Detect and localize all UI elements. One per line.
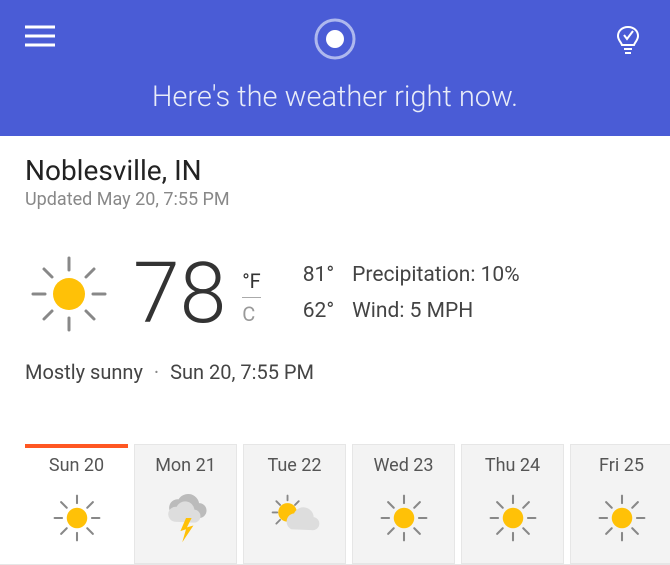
separator-dot: ·	[154, 360, 159, 384]
condition-text: Mostly sunny	[25, 360, 143, 384]
sun-icon	[462, 490, 563, 551]
forecast-day-label: Thu 24	[462, 455, 563, 476]
forecast-day-label: Wed 23	[353, 455, 454, 476]
header-message: Here's the weather right now.	[0, 80, 670, 114]
sun-icon	[25, 250, 113, 338]
forecast-day-label: Fri 25	[571, 455, 670, 476]
forecast-day-label: Sun 20	[25, 455, 128, 476]
precipitation-label: Precipitation: 10%	[352, 258, 519, 294]
unit-fahrenheit[interactable]: °F	[242, 269, 261, 298]
forecast-day-label: Mon 21	[135, 455, 236, 476]
forecast-day-card[interactable]: Sun 20	[25, 444, 128, 564]
forecast-day-card[interactable]: Tue 22	[243, 444, 346, 564]
current-weather-icon	[25, 250, 113, 338]
condition-summary: Mostly sunny · Sun 20, 7:55 PM	[25, 360, 645, 384]
forecast-strip: Sun 20 Mon 21 Tue 22 Wed 23	[25, 444, 670, 564]
updated-time: Updated May 20, 7:55 PM	[25, 189, 645, 210]
unit-celsius[interactable]: C	[242, 298, 261, 326]
unit-toggle: °F C	[242, 269, 261, 326]
lightbulb-check-icon	[614, 25, 642, 55]
forecast-day-label: Tue 22	[244, 455, 345, 476]
cortana-logo[interactable]	[314, 18, 356, 64]
forecast-day-card[interactable]: Fri 25	[570, 444, 670, 564]
forecast-day-card[interactable]: Mon 21	[134, 444, 237, 564]
tips-button[interactable]	[614, 25, 642, 59]
forecast-day-card[interactable]: Wed 23	[352, 444, 455, 564]
wind-label: Wind: 5 MPH	[352, 294, 473, 330]
app-header: Here's the weather right now.	[0, 0, 670, 136]
menu-button[interactable]	[25, 25, 55, 51]
partly-cloudy-icon	[244, 490, 345, 551]
current-temperature: 78	[133, 252, 226, 336]
current-conditions: 78 °F C 81° Precipitation: 10% 62° Wind:…	[25, 250, 645, 338]
thunderstorm-icon	[135, 490, 236, 551]
menu-icon	[25, 25, 55, 47]
location-name: Noblesville, IN	[25, 154, 645, 187]
weather-card: Noblesville, IN Updated May 20, 7:55 PM …	[0, 136, 670, 565]
high-temperature: 81°	[303, 258, 334, 294]
low-temperature: 62°	[303, 294, 334, 330]
sun-icon	[353, 490, 454, 551]
cortana-logo-icon	[314, 18, 356, 60]
sun-icon	[25, 490, 128, 551]
forecast-day-card[interactable]: Thu 24	[461, 444, 564, 564]
as-of-time: Sun 20, 7:55 PM	[170, 360, 314, 384]
current-details: 81° Precipitation: 10% 62° Wind: 5 MPH	[303, 258, 520, 329]
sun-icon	[571, 490, 670, 551]
